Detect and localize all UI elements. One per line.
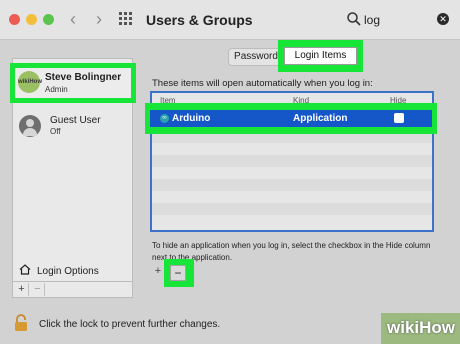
login-items-intro: These items will open automatically when… <box>152 78 373 89</box>
title-bar: ‹ › Users & Groups log ✕ <box>0 0 460 40</box>
users-sidebar: wikiHow Steve Bolingner Admin Guest User… <box>10 58 136 298</box>
item-name: Arduino <box>172 113 211 124</box>
user-role: Off <box>50 127 61 136</box>
user-name: Steve Bolingner <box>45 72 122 83</box>
remove-login-item-button[interactable]: − <box>170 265 186 281</box>
lock-message: Click the lock to prevent further change… <box>39 319 221 330</box>
window-title: Users & Groups <box>146 12 253 28</box>
home-icon <box>19 264 31 275</box>
tab-password[interactable]: Password <box>228 48 284 66</box>
add-user-button[interactable]: + <box>15 283 29 296</box>
zoom-window-button[interactable] <box>43 14 54 25</box>
item-kind: Application <box>293 113 348 124</box>
tab-login-items[interactable]: Login Items <box>284 47 357 65</box>
search-input[interactable]: log <box>364 13 380 27</box>
avatar: wikiHow <box>18 71 42 93</box>
hide-hint-text: To hide an application when you log in, … <box>152 241 431 262</box>
sidebar-item-steve-bolingner[interactable]: wikiHow Steve Bolingner Admin <box>10 63 136 103</box>
empty-row <box>152 179 432 191</box>
highlight-box: Login Items <box>278 40 363 72</box>
login-options-button[interactable]: Login Options <box>19 264 99 277</box>
grid-icon[interactable] <box>119 12 133 26</box>
login-options-label: Login Options <box>37 266 99 277</box>
guest-avatar-icon <box>19 115 41 137</box>
clear-icon[interactable]: ✕ <box>437 13 449 25</box>
remove-user-button[interactable]: − <box>31 283 45 296</box>
highlight-box: − <box>164 259 194 287</box>
add-login-item-button[interactable]: + <box>152 265 164 277</box>
user-name: Guest User <box>50 115 101 126</box>
hide-checkbox[interactable] <box>394 113 404 123</box>
close-window-button[interactable] <box>9 14 20 25</box>
arduino-app-icon: ∞ <box>160 114 169 123</box>
sidebar-footer: + − <box>13 281 132 297</box>
search-icon <box>347 12 361 26</box>
table-row[interactable]: ∞ Arduino Application <box>150 110 432 127</box>
highlight-box: ∞ Arduino Application <box>145 103 437 134</box>
empty-row <box>152 203 432 215</box>
lock-icon[interactable] <box>14 314 28 332</box>
chevron-left-icon[interactable]: ‹ <box>64 9 82 29</box>
empty-row <box>152 155 432 167</box>
sidebar-item-guest-user[interactable]: Guest User Off <box>13 109 132 147</box>
minimize-window-button[interactable] <box>26 14 37 25</box>
chevron-right-icon[interactable]: › <box>90 9 108 29</box>
watermark-text: wikiHow <box>387 318 456 337</box>
user-role: Admin <box>45 85 68 94</box>
